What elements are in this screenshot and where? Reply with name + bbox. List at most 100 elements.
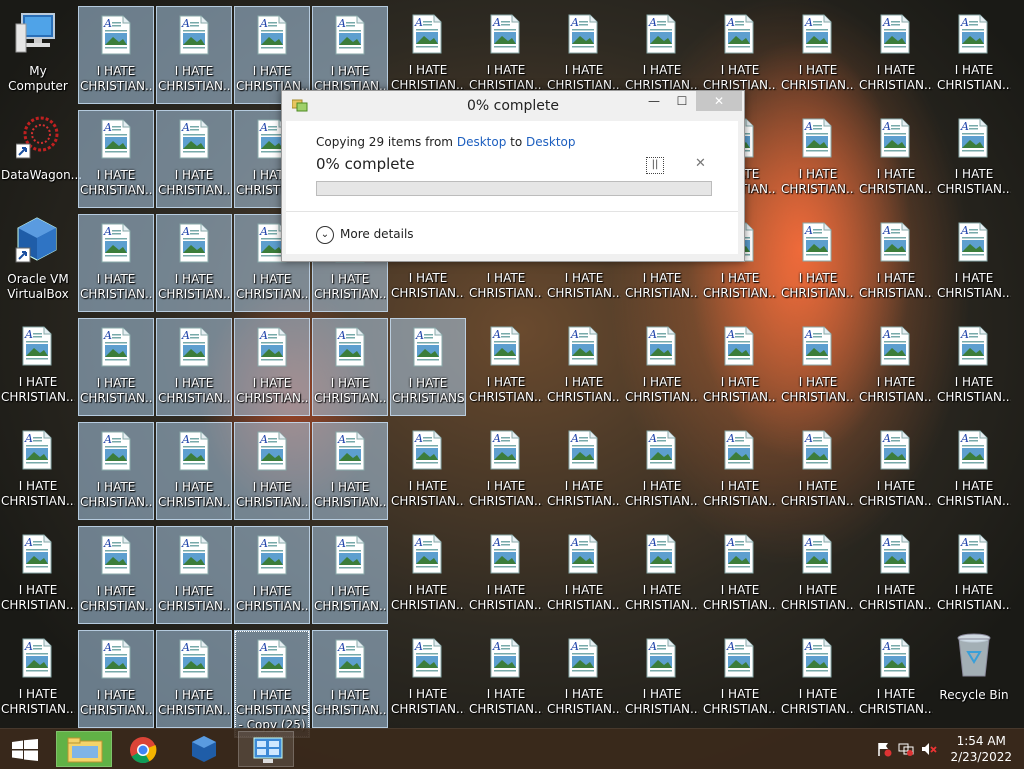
maximize-button[interactable]: ☐	[668, 91, 696, 111]
desktop-file-icon[interactable]: A I HATECHRISTIAN...	[0, 630, 76, 728]
icon-label-line: CHRISTIAN...	[703, 494, 777, 508]
desktop-file-icon[interactable]: A I HATECHRISTIAN...	[858, 110, 934, 208]
desktop-file-icon[interactable]: A I HATECHRISTIAN...	[234, 422, 310, 520]
desktop-file-icon[interactable]: A I HATECHRISTIAN...	[936, 526, 1012, 624]
desktop-file-icon[interactable]: A I HATECHRISTIAN...	[468, 422, 544, 520]
desktop-file-icon[interactable]: A I HATECHRISTIAN...	[780, 422, 856, 520]
desktop-file-icon[interactable]: A I HATECHRISTIAN...	[390, 630, 466, 728]
desktop-file-icon[interactable]: A I HATECHRISTIAN...	[156, 422, 232, 520]
desktop-file-icon[interactable]: A I HATECHRISTIAN...	[234, 318, 310, 416]
desktop-file-icon[interactable]: A I HATECHRISTIAN...	[156, 214, 232, 312]
desktop-file-icon[interactable]: A I HATECHRISTIAN...	[702, 422, 778, 520]
desktop-file-icon[interactable]: A I HATECHRISTIAN...	[234, 526, 310, 624]
desktop-file-icon[interactable]: A I HATECHRISTIAN...	[936, 214, 1012, 312]
more-details-toggle[interactable]: ⌄ More details	[316, 224, 414, 244]
minimize-button[interactable]: —	[640, 91, 668, 111]
desktop-file-icon[interactable]: A I HATECHRISTIAN...	[78, 526, 154, 624]
desktop-file-icon[interactable]: A I HATECHRISTIAN...	[156, 526, 232, 624]
desktop-file-icon[interactable]: A I HATECHRISTIAN...	[624, 526, 700, 624]
desktop-icon-recycle-bin[interactable]: Recycle Bin	[936, 630, 1012, 728]
desktop-file-icon[interactable]: A I HATECHRISTIAN...	[156, 318, 232, 416]
destination-link[interactable]: Desktop	[526, 135, 576, 149]
volume-muted-icon[interactable]	[921, 741, 937, 757]
desktop-file-icon[interactable]: A I HATECHRISTIAN...	[78, 6, 154, 104]
desktop-file-icon[interactable]: A I HATECHRISTIAN...	[0, 422, 76, 520]
taskbar-file-explorer[interactable]	[56, 731, 112, 767]
desktop-file-icon[interactable]: A I HATECHRISTIAN...	[858, 318, 934, 416]
icon-label-line: CHRISTIAN...	[937, 182, 1011, 196]
desktop-file-icon[interactable]: A I HATECHRISTIAN...	[0, 526, 76, 624]
desktop-icon-datawagon[interactable]: DataWagon...	[0, 110, 83, 208]
desktop-file-icon[interactable]: A I HATECHRISTIAN...	[780, 526, 856, 624]
dialog-titlebar[interactable]: 0% complete — ☐ ✕	[282, 91, 744, 121]
desktop-file-icon[interactable]: A I HATECHRISTIAN...	[936, 110, 1012, 208]
icon-label-line: I HATE	[798, 167, 838, 181]
desktop-file-icon[interactable]: A I HATECHRISTIAN...	[858, 630, 934, 728]
desktop-file-icon[interactable]: A I HATECHRISTIAN...	[702, 318, 778, 416]
svg-text:A: A	[960, 328, 969, 341]
desktop-file-icon[interactable]: A I HATECHRISTIAN...	[624, 630, 700, 728]
start-button[interactable]	[0, 731, 52, 767]
action-center-flag-icon[interactable]	[876, 741, 892, 757]
pause-button[interactable]: ||	[646, 157, 664, 174]
desktop-file-icon[interactable]: A I HATECHRISTIAN...	[858, 526, 934, 624]
desktop-file-icon[interactable]: A I HATECHRISTIAN...	[546, 630, 622, 728]
desktop-file-icon[interactable]: A I HATECHRISTIAN...	[546, 422, 622, 520]
desktop-icon-my-computer[interactable]: My Computer	[0, 6, 76, 104]
icon-label: I HATECHRISTIAN...	[0, 583, 76, 613]
network-icon[interactable]	[898, 741, 914, 757]
desktop-file-icon[interactable]: A I HATECHRISTIAN...	[858, 6, 934, 104]
desktop-file-icon[interactable]: A I HATECHRISTIAN...	[546, 526, 622, 624]
desktop-file-icon[interactable]: A I HATECHRISTIAN...	[546, 318, 622, 416]
desktop-file-icon[interactable]: A I HATECHRISTIAN...	[858, 422, 934, 520]
icon-label-line: CHRISTIAN...	[391, 494, 465, 508]
desktop-file-icon[interactable]: A I HATECHRISTIAN...	[468, 318, 544, 416]
system-clock[interactable]: 1:54 AM 2/23/2022	[950, 733, 1012, 765]
desktop-file-icon[interactable]: A I HATECHRISTIAN...	[780, 110, 856, 208]
source-link[interactable]: Desktop	[457, 135, 507, 149]
desktop-file-icon[interactable]: A I HATECHRISTIAN...	[78, 422, 154, 520]
desktop-file-icon[interactable]: A I HATECHRISTIAN...	[390, 526, 466, 624]
desktop-file-icon[interactable]: A I HATECHRISTIAN...	[312, 630, 388, 728]
desktop-file-icon[interactable]: A I HATECHRISTIAN...	[780, 318, 856, 416]
copy-progress-dialog[interactable]: 0% complete — ☐ ✕ Copying 29 items from …	[281, 90, 745, 262]
desktop-file-icon[interactable]: A I HATECHRISTIAN...	[312, 526, 388, 624]
icon-label: Recycle Bin	[939, 688, 1009, 702]
desktop-file-icon[interactable]: A I HATECHRISTIAN...	[780, 630, 856, 728]
desktop-file-icon[interactable]: A I HATECHRISTIAN...	[78, 318, 154, 416]
icon-label: I HATECHRISTIAN...	[157, 168, 231, 198]
desktop-file-icon[interactable]: A I HATE CHRISTIANS - Copy (25)	[234, 630, 310, 738]
desktop-file-icon[interactable]: A I HATECHRISTIAN...	[936, 318, 1012, 416]
taskbar-virtualbox[interactable]	[176, 731, 232, 767]
icon-label: I HATECHRISTIAN...	[936, 63, 1012, 93]
desktop-icon-virtualbox[interactable]: Oracle VM VirtualBox	[0, 214, 76, 312]
desktop-file-icon[interactable]: A I HATECHRISTIAN...	[390, 422, 466, 520]
desktop-file-icon[interactable]: A I HATECHRISTIAN...	[936, 422, 1012, 520]
desktop-file-icon[interactable]: A I HATECHRISTIAN...	[624, 422, 700, 520]
close-button[interactable]: ✕	[696, 91, 742, 111]
desktop-file-icon[interactable]: A I HATECHRISTIAN...	[312, 422, 388, 520]
taskbar-chrome[interactable]	[115, 731, 171, 767]
desktop-file-icon[interactable]: A I HATECHRISTIAN...	[78, 110, 154, 208]
desktop-file-icon[interactable]: A I HATECHRISTIAN...	[468, 630, 544, 728]
desktop-file-icon[interactable]: A I HATECHRISTIAN...	[156, 630, 232, 728]
desktop-file-icon[interactable]: A I HATECHRISTIAN...	[312, 318, 388, 416]
desktop-file-icon[interactable]: A I HATECHRISTIAN...	[156, 6, 232, 104]
desktop-file-icon[interactable]: A I HATECHRISTIAN...	[780, 6, 856, 104]
icon-label: I HATECHRISTIAN...	[468, 479, 544, 509]
desktop-file-icon[interactable]: A I HATECHRISTIAN...	[858, 214, 934, 312]
desktop-file-icon[interactable]: A I HATECHRISTIAN...	[702, 630, 778, 728]
desktop-file-icon[interactable]: A I HATE CHRISTIANS	[390, 318, 466, 416]
desktop-file-icon[interactable]: A I HATECHRISTIAN...	[702, 526, 778, 624]
icon-label: DataWagon...	[1, 168, 83, 182]
desktop-file-icon[interactable]: A I HATECHRISTIAN...	[468, 526, 544, 624]
taskbar-control-panel[interactable]	[238, 731, 294, 767]
desktop-file-icon[interactable]: A I HATECHRISTIAN...	[78, 214, 154, 312]
desktop-file-icon[interactable]: A I HATECHRISTIAN...	[156, 110, 232, 208]
desktop-file-icon[interactable]: A I HATECHRISTIAN...	[624, 318, 700, 416]
desktop-file-icon[interactable]: A I HATECHRISTIAN...	[936, 6, 1012, 104]
desktop-file-icon[interactable]: A I HATECHRISTIAN...	[780, 214, 856, 312]
desktop-file-icon[interactable]: A I HATECHRISTIAN...	[78, 630, 154, 728]
desktop-file-icon[interactable]: A I HATECHRISTIAN...	[0, 318, 76, 416]
cancel-button[interactable]: ✕	[695, 156, 706, 171]
